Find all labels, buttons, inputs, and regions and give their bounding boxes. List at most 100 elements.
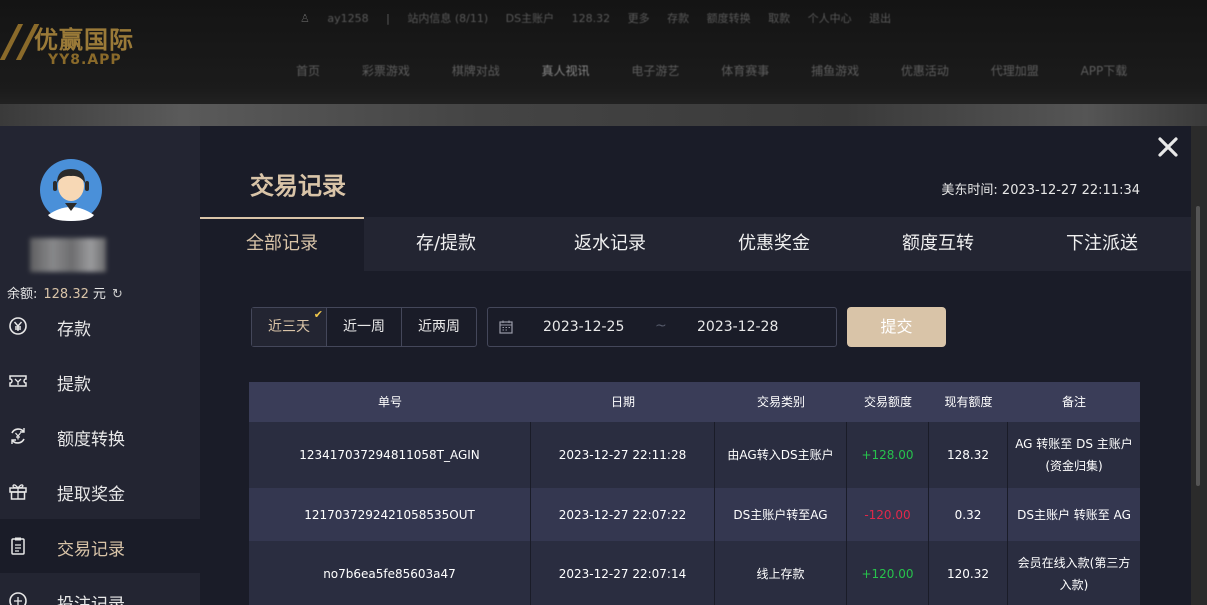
cell-balance: 0.32 (929, 488, 1008, 541)
sidebar: 余额: 128.32 元 ↻ 存款 提款 额度转换 提取奖金 交易记录 投注记录 (0, 126, 200, 605)
ticket-icon (9, 375, 27, 387)
cell-order-id: 12341703729481105​8T_AGIN (249, 422, 531, 488)
app-root: // 优赢国际 YY8.APP ♙ ay1258 | 站内信息 (8/11) D… (0, 0, 1207, 605)
logo-en-text: YY8.APP (48, 52, 122, 68)
topbar-more: 更多 (627, 12, 650, 25)
range-label: 近三天 (268, 319, 310, 335)
record-tabs: 全部记录 存/提款 返水记录 优惠奖金 额度互转 下注派送 (200, 217, 1191, 271)
submit-button[interactable]: 提交 (847, 307, 946, 347)
clipboard-icon (11, 537, 25, 555)
col-date: 日期 (610, 395, 635, 409)
cell-order-id: no7b6ea5fe85603a47 (249, 541, 531, 605)
date-separator: ~ (655, 318, 667, 334)
cell-type: DS主账户转至AG (715, 488, 847, 541)
date-to-input[interactable]: 2023-12-28 (697, 319, 778, 335)
topbar-account: DS主账户 (505, 12, 555, 25)
sidebar-item-label: 提款 (57, 375, 91, 395)
table-row: 12341703729481105​8T_AGIN 2023-12-27 22:… (249, 422, 1140, 488)
tab-transfer[interactable]: 额度互转 (856, 217, 1020, 271)
bg-nav-item: 棋牌对战 (451, 64, 500, 78)
site-logo: // 优赢国际 YY8.APP (4, 14, 154, 74)
account-modal: 余额: 128.32 元 ↻ 存款 提款 额度转换 提取奖金 交易记录 投注记录… (0, 126, 1191, 605)
logo-mark-icon: // (4, 16, 37, 67)
topbar-deposit: 存款 (667, 12, 690, 25)
tab-deposit-withdraw[interactable]: 存/提款 (364, 217, 528, 271)
cell-order-id: 121703729242105853​5OUT (249, 488, 531, 541)
cell-note: DS主账户 转账至 AG (1017, 507, 1131, 522)
date-range-picker[interactable]: 2023-12-25 ~ 2023-12-28 (487, 307, 837, 347)
sidebar-item-bonus[interactable]: 提取奖金 (0, 464, 200, 518)
bg-nav-item: 彩票游戏 (361, 64, 410, 78)
avatar (40, 159, 102, 221)
transactions-table: 单号 日期 交易类别 交易额度 现有额度 备注 1234170372948110… (249, 382, 1140, 605)
exchange-icon (11, 428, 25, 444)
range-2weeks[interactable]: 近两周 (402, 308, 476, 346)
cell-date: 2023-12-27 22:07:22 (531, 488, 715, 541)
bg-nav-item: 优惠活动 (900, 64, 949, 78)
topbar-logout: 退出 (869, 12, 892, 25)
range-selector: 近三天 ✔ 近一周 近两周 (251, 307, 477, 347)
background-site-header: // 优赢国际 YY8.APP ♙ ay1258 | 站内信息 (8/11) D… (0, 0, 1207, 126)
bg-nav-item: 首页 (296, 64, 321, 78)
bg-nav-item: 代理加盟 (990, 64, 1039, 78)
check-icon: ✔ (313, 308, 323, 321)
username-redacted (30, 238, 106, 272)
topbar-messages: 站内信息 (8/11) (407, 12, 489, 25)
background-banner-strip (0, 104, 1207, 126)
yen-coin-icon (9, 317, 27, 335)
range-1week[interactable]: 近一周 (327, 308, 402, 346)
cell-note: AG 转账至 DS 主账户(资金归集) (1015, 437, 1133, 473)
table-row: no7b6ea5fe85603a47 2023-12-27 22:07:14 线… (249, 541, 1140, 605)
topbar-balance: 128.32 (571, 12, 611, 25)
cell-type: 线上存款 (715, 541, 847, 605)
scrollbar-thumb[interactable] (1196, 206, 1200, 486)
cell-balance: 120.32 (929, 541, 1008, 605)
bg-nav-item: 电子游艺 (631, 64, 680, 78)
background-nav: 首页 彩票游戏 棋牌对战 真人视讯 电子游艺 体育赛事 捕鱼游戏 优惠活动 代理… (296, 62, 1176, 84)
tab-rebate[interactable]: 返水记录 (528, 217, 692, 271)
user-icon: ♙ (300, 12, 310, 25)
sidebar-item-withdraw[interactable]: 提款 (0, 354, 200, 408)
sidebar-item-label: 额度转换 (57, 430, 125, 450)
bg-nav-item: APP下载 (1080, 64, 1128, 78)
sidebar-item-transfer[interactable]: 额度转换 (0, 409, 200, 463)
topbar-withdraw: 取款 (768, 12, 791, 25)
topbar-transfer: 额度转换 (706, 12, 751, 25)
table-row: 121703729242105853​5OUT 2023-12-27 22:07… (249, 488, 1140, 541)
sidebar-item-label: 交易记录 (57, 540, 125, 560)
close-icon[interactable] (1157, 136, 1179, 158)
col-order-id: 单号 (377, 395, 402, 409)
sidebar-item-bets[interactable]: 投注记录 (0, 574, 200, 605)
topbar-profile: 个人中心 (807, 12, 852, 25)
topbar-divider: | (386, 12, 390, 25)
table-header: 单号 日期 交易类别 交易额度 现有额度 备注 (249, 382, 1140, 422)
tab-all-records[interactable]: 全部记录 (200, 217, 364, 271)
cell-amount: -120.00 (847, 488, 929, 541)
cell-date: 2023-12-27 22:11:28 (531, 422, 715, 488)
range-3days[interactable]: 近三天 ✔ (252, 308, 327, 346)
tab-promo-bonus[interactable]: 优惠奖金 (692, 217, 856, 271)
col-note: 备注 (1061, 395, 1086, 409)
bet-icon (9, 592, 27, 605)
bg-nav-item: 体育赛事 (721, 64, 770, 78)
col-amount: 交易额度 (863, 395, 912, 409)
sidebar-item-deposit[interactable]: 存款 (0, 299, 200, 353)
cell-balance: 128.32 (929, 422, 1008, 488)
sidebar-item-transactions[interactable]: 交易记录 (0, 519, 200, 573)
logo-cn-text: 优赢国际 (34, 26, 134, 54)
sidebar-item-label: 提取奖金 (57, 485, 125, 505)
col-type: 交易类别 (756, 395, 805, 409)
date-from-input[interactable]: 2023-12-25 (543, 319, 624, 335)
calendar-icon (499, 320, 513, 334)
cell-note: 会员在线入款(第三方入款) (1017, 556, 1131, 592)
tab-bet-payout[interactable]: 下注派送 (1020, 217, 1184, 271)
cell-amount: +128.00 (847, 422, 929, 488)
col-balance: 现有额度 (944, 395, 993, 409)
page-title: 交易记录 (250, 172, 346, 200)
clock-value: 2023-12-27 22:11:34 (1001, 183, 1140, 198)
cell-amount: +120.00 (847, 541, 929, 605)
background-topbar: ♙ ay1258 | 站内信息 (8/11) DS主账户 128.32 更多 存… (300, 10, 1180, 30)
sidebar-item-label: 存款 (57, 320, 91, 340)
cell-type: 由AG转入DS主账户 (715, 422, 847, 488)
page-scrollbar[interactable] (1191, 126, 1207, 605)
